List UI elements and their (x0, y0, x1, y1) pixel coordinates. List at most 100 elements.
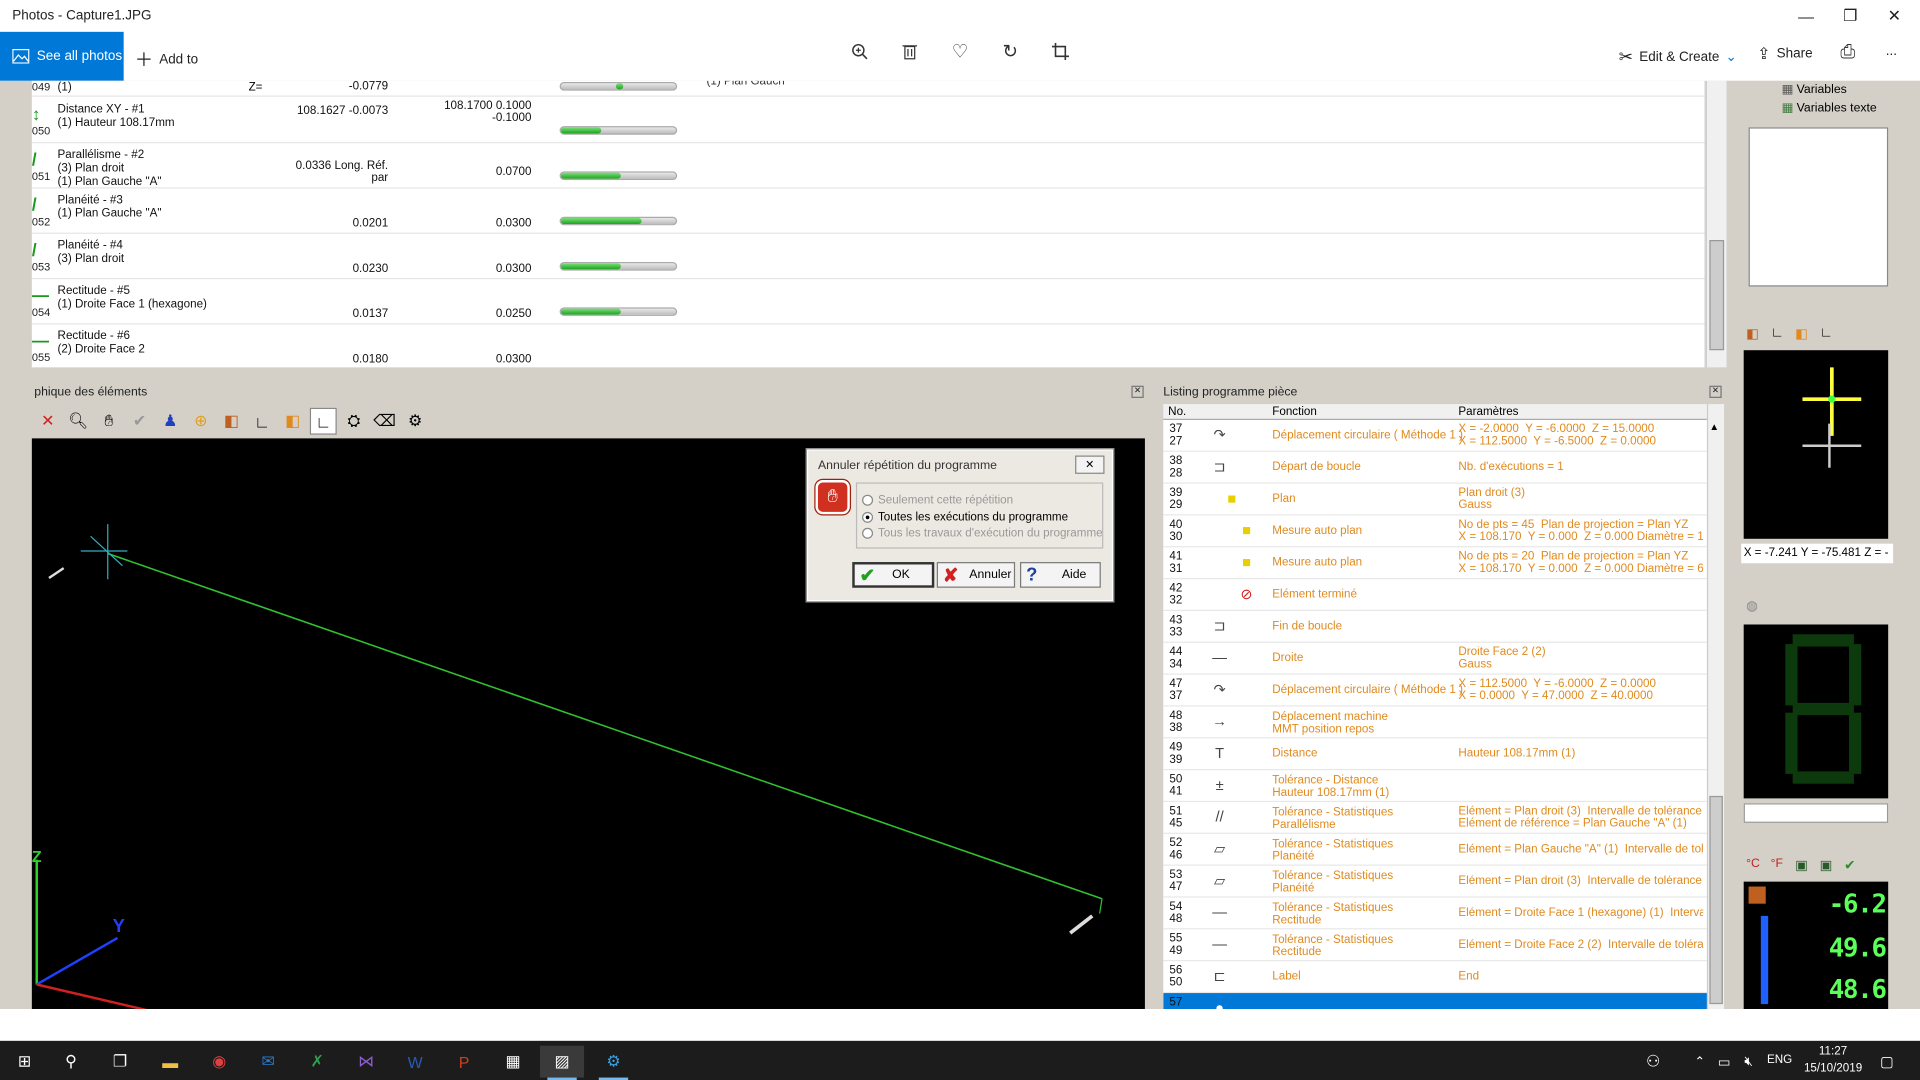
calculator-icon[interactable]: ▦ (491, 1046, 535, 1078)
crop-icon[interactable] (1044, 36, 1076, 68)
visual-studio-icon[interactable]: ⋈ (344, 1046, 388, 1078)
listing-row[interactable]: 53 47 ▱ Tolérance - Statistiques Planéité E… (1163, 866, 1707, 898)
view-axes-icon[interactable]: ∟ (1771, 326, 1784, 341)
listing-scroll-thumb[interactable] (1709, 795, 1723, 1005)
col-function[interactable]: Fonction (1272, 405, 1317, 418)
dialog-close-button[interactable]: ✕ (1075, 455, 1105, 474)
help-button[interactable]: ? Aide (1020, 562, 1101, 588)
result-row[interactable]: —054 Rectitude - #5 (1) Droite Face 1 (he… (31, 262, 1705, 325)
result-row[interactable]: /051 Parallélisme - #2 (3) Plan droit (1)… (31, 126, 1705, 189)
listing-row[interactable]: 39 29 ■ Plan Plan droit (3) Gauss (1163, 484, 1707, 516)
result-row[interactable]: 049 (1) Z= -0.0779 (1) Plan Gauch (31, 81, 1705, 97)
powerpoint-icon[interactable]: P (442, 1046, 486, 1078)
favorite-heart-icon[interactable]: ♡ (944, 36, 976, 68)
cmm-app-icon[interactable]: ⚙ (591, 1046, 635, 1080)
col-no[interactable]: No. (1168, 405, 1186, 418)
clock-time[interactable]: 11:27 (1805, 1044, 1861, 1057)
listing-row[interactable]: 54 48 — Tolérance - Statistiques Rectitude… (1163, 898, 1707, 930)
listing-row[interactable]: 37 27 ↷ Déplacement circulaire ( Méthode 1… (1163, 420, 1707, 452)
language-indicator[interactable]: ENG (1767, 1053, 1792, 1066)
listing-row[interactable]: 50 41 ± Tolérance - Distance Hauteur 108.1… (1163, 770, 1707, 803)
print-icon[interactable]: ⎙ (1832, 36, 1864, 68)
listing-row[interactable]: 40 30 ■ Mesure auto plan No de pts = 45 Pla… (1163, 516, 1707, 548)
ok-button[interactable]: ✔ OK (852, 562, 935, 588)
col-parameters[interactable]: Paramètres (1458, 405, 1518, 418)
display-icon[interactable]: ▣ (1820, 857, 1833, 873)
graphic-panel-close-icon[interactable]: ✕ (1131, 385, 1144, 398)
listing-row[interactable]: 56 50 ⊏ Label End (1163, 961, 1707, 994)
listing-row[interactable]: 52 46 ▱ Tolérance - Statistiques Planéité E… (1163, 834, 1707, 866)
network-icon[interactable]: ▭ (1712, 1046, 1736, 1078)
listing-row[interactable]: 38 28 ⊐ Départ de boucle Nb. d'exécutions =… (1163, 452, 1707, 484)
cancel-button[interactable]: ✘ Annuler (936, 562, 1016, 588)
word-icon[interactable]: W (393, 1046, 437, 1078)
variables-item[interactable]: ▦ Variables (1782, 83, 1847, 96)
option-all-jobs[interactable]: Tous les travaux d'exécution du programm… (862, 527, 1103, 540)
view-box-icon[interactable]: ◧ (1795, 326, 1808, 342)
add-to-button[interactable]: ＋ Add to (135, 47, 198, 73)
validate-icon[interactable]: ✔ (126, 408, 153, 435)
chrome-icon[interactable]: ◉ (197, 1046, 241, 1078)
view-plane-icon[interactable]: ◧ (1746, 326, 1759, 342)
delete-element-icon[interactable]: ✕ (34, 408, 61, 435)
see-all-photos-button[interactable]: See all photos (0, 31, 124, 81)
plane-view-icon[interactable]: ◧ (218, 408, 245, 435)
people-icon[interactable]: ⚇ (1641, 1046, 1665, 1078)
temperature-f-icon[interactable]: °F (1771, 857, 1783, 870)
results-scrollbar[interactable] (1705, 80, 1727, 368)
check-icon[interactable]: ✔ (1844, 857, 1855, 873)
option-this-repetition[interactable]: Seulement cette répétition (862, 493, 1013, 507)
listing-row[interactable]: 41 31 ■ Mesure auto plan No de pts = 20 Pla… (1163, 547, 1707, 580)
iso-view-icon[interactable]: ∟ (309, 407, 337, 435)
box-view-icon[interactable]: ◧ (279, 408, 306, 435)
probe-icon[interactable]: ♟ (157, 408, 184, 435)
listing-row[interactable]: 42 32 ⊘ Elément terminé (1163, 579, 1707, 612)
machine-icon[interactable]: ⛭ (340, 408, 367, 435)
delete-icon[interactable] (894, 36, 926, 68)
temperature-c-icon[interactable]: °C (1746, 857, 1760, 870)
excel-icon[interactable]: ✗ (295, 1046, 339, 1078)
outlook-icon[interactable]: ✉ (246, 1046, 290, 1078)
search-icon[interactable]: ⚲ (49, 1046, 93, 1078)
radio-1[interactable] (862, 494, 874, 506)
zoom-icon[interactable]: 🔍︎ (65, 408, 92, 435)
view-iso-icon[interactable]: ∟ (1820, 326, 1833, 341)
file-explorer-icon[interactable]: ▬ (148, 1046, 192, 1078)
listing-close-icon[interactable]: ✕ (1709, 385, 1722, 398)
clock-date[interactable]: 15/10/2019 (1800, 1062, 1866, 1075)
erase-icon[interactable]: ⌫ (371, 408, 398, 435)
more-button[interactable]: ... (1886, 44, 1897, 59)
option-all-executions[interactable]: Toutes les exécutions du programme (862, 511, 1068, 524)
listing-row[interactable]: 43 33 ⊐ Fin de boucle (1163, 611, 1707, 643)
listing-row[interactable]: 48 38 → Déplacement machine MMT position r… (1163, 707, 1707, 739)
notifications-icon[interactable]: ▢ (1871, 1046, 1903, 1078)
task-view-icon[interactable]: ❐ (98, 1046, 142, 1078)
photos-app-icon[interactable]: ▨ (540, 1045, 585, 1080)
pan-hand-icon[interactable]: ✋︎ (96, 408, 123, 435)
zoom-icon[interactable] (844, 36, 876, 68)
close-button[interactable]: ✕ (1866, 0, 1920, 32)
listing-row[interactable]: 47 37 ↷ Déplacement circulaire ( Méthode 1… (1163, 675, 1707, 707)
listing-row[interactable]: 51 45 // Tolérance - Statistiques Parallél… (1163, 802, 1707, 834)
target-icon[interactable]: ⊕ (187, 408, 214, 435)
start-windows-icon[interactable]: ⊞ (2, 1046, 46, 1078)
text-variables-item[interactable]: ▦ Variables texte (1782, 102, 1877, 115)
axes-view-icon[interactable]: ∟ (249, 408, 276, 435)
scroll-up-icon[interactable]: ▲ (1709, 421, 1719, 432)
result-row[interactable]: —055 Rectitude - #6 (2) Droite Face 2 0.01… (32, 307, 1705, 367)
result-row[interactable]: /053 Planéité - #4 (3) Plan droit 0.0230 0.… (31, 216, 1705, 280)
rotate-icon[interactable]: ↻ (994, 36, 1026, 68)
result-row[interactable]: /052 Planéité - #3 (1) Plan Gauche "A" 0.0… (31, 171, 1705, 234)
share-button[interactable]: ⇪ Share (1757, 44, 1812, 64)
edit-create-button[interactable]: ✂ Edit & Create ⌄ (1619, 47, 1737, 68)
listing-row[interactable]: 55 49 — Tolérance - Statistiques Rectitude… (1163, 929, 1707, 962)
calc-icon[interactable]: ▣ (1795, 857, 1808, 873)
show-hidden-icons[interactable]: ⌃ (1687, 1046, 1711, 1078)
result-row[interactable]: ↕ 050 Distance XY - #1 (1) Hauteur 108.17m… (31, 82, 1705, 144)
radio-2[interactable] (862, 511, 874, 523)
listing-row[interactable]: 49 39 T Distance Hauteur 108.17mm (1) (1163, 738, 1707, 771)
listing-row[interactable]: 44 34 — Droite Droite Face 2 (2) Gauss (1163, 643, 1707, 675)
listing-row[interactable]: 57 ● (1163, 993, 1707, 1009)
volume-muted-icon[interactable]: 🔇︎ (1736, 1046, 1760, 1078)
listing-scrollbar[interactable]: ▲ (1706, 404, 1725, 1009)
